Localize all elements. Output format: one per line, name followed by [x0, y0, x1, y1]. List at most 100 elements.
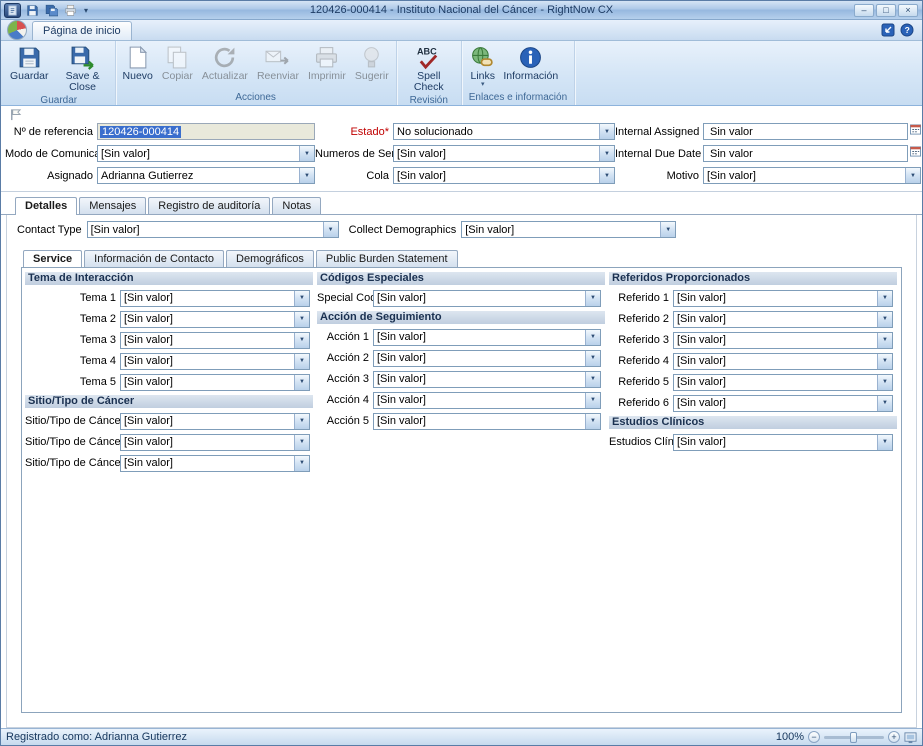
chevron-down-icon[interactable]: ▼	[294, 354, 309, 369]
sitio-tipo-de-cancer-3-dropdown[interactable]: [Sin valor]▼	[120, 455, 310, 472]
tab-mensajes[interactable]: Mensajes	[79, 197, 146, 214]
calendar-icon[interactable]	[910, 146, 921, 161]
ribbon-nuevo-button[interactable]: Nuevo	[119, 42, 157, 91]
chevron-down-icon[interactable]: ▼	[877, 354, 892, 369]
asignado-dropdown[interactable]: Adrianna Gutierrez▼	[97, 167, 315, 184]
chevron-down-icon[interactable]: ▼	[294, 456, 309, 471]
print-icon	[314, 45, 339, 70]
maximize-button[interactable]: □	[876, 4, 896, 17]
fit-screen-icon[interactable]	[904, 731, 917, 744]
estado-dropdown[interactable]: No solucionado▼	[393, 123, 615, 140]
app-menu-icon[interactable]	[4, 3, 21, 18]
chevron-down-icon[interactable]: ▼	[585, 351, 600, 366]
motivo-dropdown[interactable]: [Sin valor]▼	[703, 167, 921, 184]
ribbon-informacion-button[interactable]: Información	[502, 42, 560, 91]
chevron-down-icon[interactable]: ▼	[660, 222, 675, 237]
ribbon-links-button[interactable]: Links▾	[465, 42, 501, 91]
chevron-down-icon[interactable]: ▼	[294, 333, 309, 348]
tema-3-dropdown[interactable]: [Sin valor]▼	[120, 332, 310, 349]
estudios-clinicos-dropdown[interactable]: [Sin valor]▼	[673, 434, 893, 451]
referido-1-dropdown[interactable]: [Sin valor]▼	[673, 290, 893, 307]
referido-3-dropdown[interactable]: [Sin valor]▼	[673, 332, 893, 349]
internal-due-date-field[interactable]: Sin valor	[703, 145, 908, 162]
chevron-down-icon[interactable]: ▼	[877, 333, 892, 348]
dropdown-value: [Sin valor]	[674, 435, 877, 450]
chevron-down-icon[interactable]: ▼	[905, 168, 920, 183]
sitio-tipo-de-cancer-1-dropdown[interactable]: [Sin valor]▼	[120, 413, 310, 430]
chevron-down-icon[interactable]: ▼	[585, 372, 600, 387]
dropdown-value: [Sin valor]	[374, 351, 585, 366]
chevron-down-icon[interactable]: ▼	[877, 312, 892, 327]
tema-2-dropdown[interactable]: [Sin valor]▼	[120, 311, 310, 328]
qat-customize-chevron-icon[interactable]: ▾	[82, 6, 90, 15]
section-header-estudios-clinicos: Estudios Clínicos	[609, 416, 897, 429]
chevron-down-icon[interactable]: ▼	[585, 291, 600, 306]
numeros-de-servicio-dropdown[interactable]: [Sin valor]▼	[393, 145, 615, 162]
print-icon[interactable]	[63, 3, 78, 17]
tab-detalles[interactable]: Detalles	[15, 197, 77, 215]
chevron-down-icon[interactable]: ▼	[599, 124, 614, 139]
minimize-button[interactable]: –	[854, 4, 874, 17]
tab-service[interactable]: Service	[23, 250, 82, 268]
tab-registro-de-auditoria[interactable]: Registro de auditoría	[148, 197, 270, 214]
chevron-down-icon[interactable]: ▼	[294, 291, 309, 306]
zoom-in-button[interactable]: +	[888, 731, 900, 743]
cola-dropdown[interactable]: [Sin valor]▼	[393, 167, 615, 184]
chevron-down-icon[interactable]: ▼	[877, 435, 892, 450]
zoom-out-button[interactable]: −	[808, 731, 820, 743]
zoom-slider-thumb[interactable]	[850, 732, 857, 743]
chevron-down-icon[interactable]: ▼	[299, 146, 314, 161]
referido-6-dropdown[interactable]: [Sin valor]▼	[673, 395, 893, 412]
referido-2-dropdown[interactable]: [Sin valor]▼	[673, 311, 893, 328]
chevron-down-icon[interactable]: ▼	[877, 396, 892, 411]
referido-4-dropdown[interactable]: [Sin valor]▼	[673, 353, 893, 370]
contact-type-dropdown[interactable]: [Sin valor]▼	[87, 221, 339, 238]
internal-assigned-date-field[interactable]: Sin valor	[703, 123, 908, 140]
chevron-down-icon[interactable]: ▼	[585, 393, 600, 408]
help-icon[interactable]: ?	[900, 23, 914, 37]
accion-3-dropdown[interactable]: [Sin valor]▼	[373, 371, 601, 388]
options-icon[interactable]	[881, 23, 895, 37]
sitio-tipo-de-cancer-2-dropdown[interactable]: [Sin valor]▼	[120, 434, 310, 451]
tab-pagina-de-inicio[interactable]: Página de inicio	[32, 21, 132, 40]
chevron-down-icon[interactable]: ▼	[294, 435, 309, 450]
field-label: Acción 2	[317, 352, 373, 364]
chevron-down-icon[interactable]: ▼	[294, 414, 309, 429]
accion-5-dropdown[interactable]: [Sin valor]▼	[373, 413, 601, 430]
reference-number-field[interactable]: 120426-000414	[97, 123, 315, 140]
chevron-down-icon[interactable]: ▼	[299, 168, 314, 183]
chevron-down-icon[interactable]: ▼	[585, 414, 600, 429]
tema-5-dropdown[interactable]: [Sin valor]▼	[120, 374, 310, 391]
tema-1-dropdown[interactable]: [Sin valor]▼	[120, 290, 310, 307]
chevron-down-icon[interactable]: ▼	[599, 146, 614, 161]
main-tabstrip: Detalles Mensajes Registro de auditoría …	[1, 196, 922, 215]
calendar-icon[interactable]	[910, 124, 921, 139]
chevron-down-icon[interactable]: ▼	[294, 312, 309, 327]
tab-notas[interactable]: Notas	[272, 197, 321, 214]
tab-demograficos[interactable]: Demográficos	[226, 250, 314, 267]
modo-de-comunicarse-dropdown[interactable]: [Sin valor]▼	[97, 145, 315, 162]
chevron-down-icon[interactable]: ▼	[599, 168, 614, 183]
chevron-down-icon[interactable]: ▼	[323, 222, 338, 237]
ribbon-spell-check-button[interactable]: ABCSpell Check	[400, 42, 458, 94]
chevron-down-icon[interactable]: ▼	[877, 375, 892, 390]
ribbon-guardar-button[interactable]: Guardar	[6, 42, 53, 94]
save-icon[interactable]	[25, 3, 40, 17]
chevron-down-icon[interactable]: ▼	[877, 291, 892, 306]
referido-5-dropdown[interactable]: [Sin valor]▼	[673, 374, 893, 391]
zoom-slider[interactable]	[824, 736, 884, 739]
tab-public-burden-statement[interactable]: Public Burden Statement	[316, 250, 458, 267]
close-button[interactable]: ×	[898, 4, 918, 17]
accion-1-dropdown[interactable]: [Sin valor]▼	[373, 329, 601, 346]
accion-4-dropdown[interactable]: [Sin valor]▼	[373, 392, 601, 409]
tema-4-dropdown[interactable]: [Sin valor]▼	[120, 353, 310, 370]
ribbon-save-close-button[interactable]: Save & Close	[54, 42, 112, 94]
tab-informacion-de-contacto[interactable]: Información de Contacto	[84, 250, 224, 267]
field-row: Referido 6[Sin valor]▼	[609, 395, 897, 411]
special-code-dropdown[interactable]: [Sin valor]▼	[373, 290, 601, 307]
collect-demographics-dropdown[interactable]: [Sin valor]▼	[461, 221, 676, 238]
chevron-down-icon[interactable]: ▼	[294, 375, 309, 390]
accion-2-dropdown[interactable]: [Sin valor]▼	[373, 350, 601, 367]
save-all-icon[interactable]	[44, 3, 59, 17]
chevron-down-icon[interactable]: ▼	[585, 330, 600, 345]
